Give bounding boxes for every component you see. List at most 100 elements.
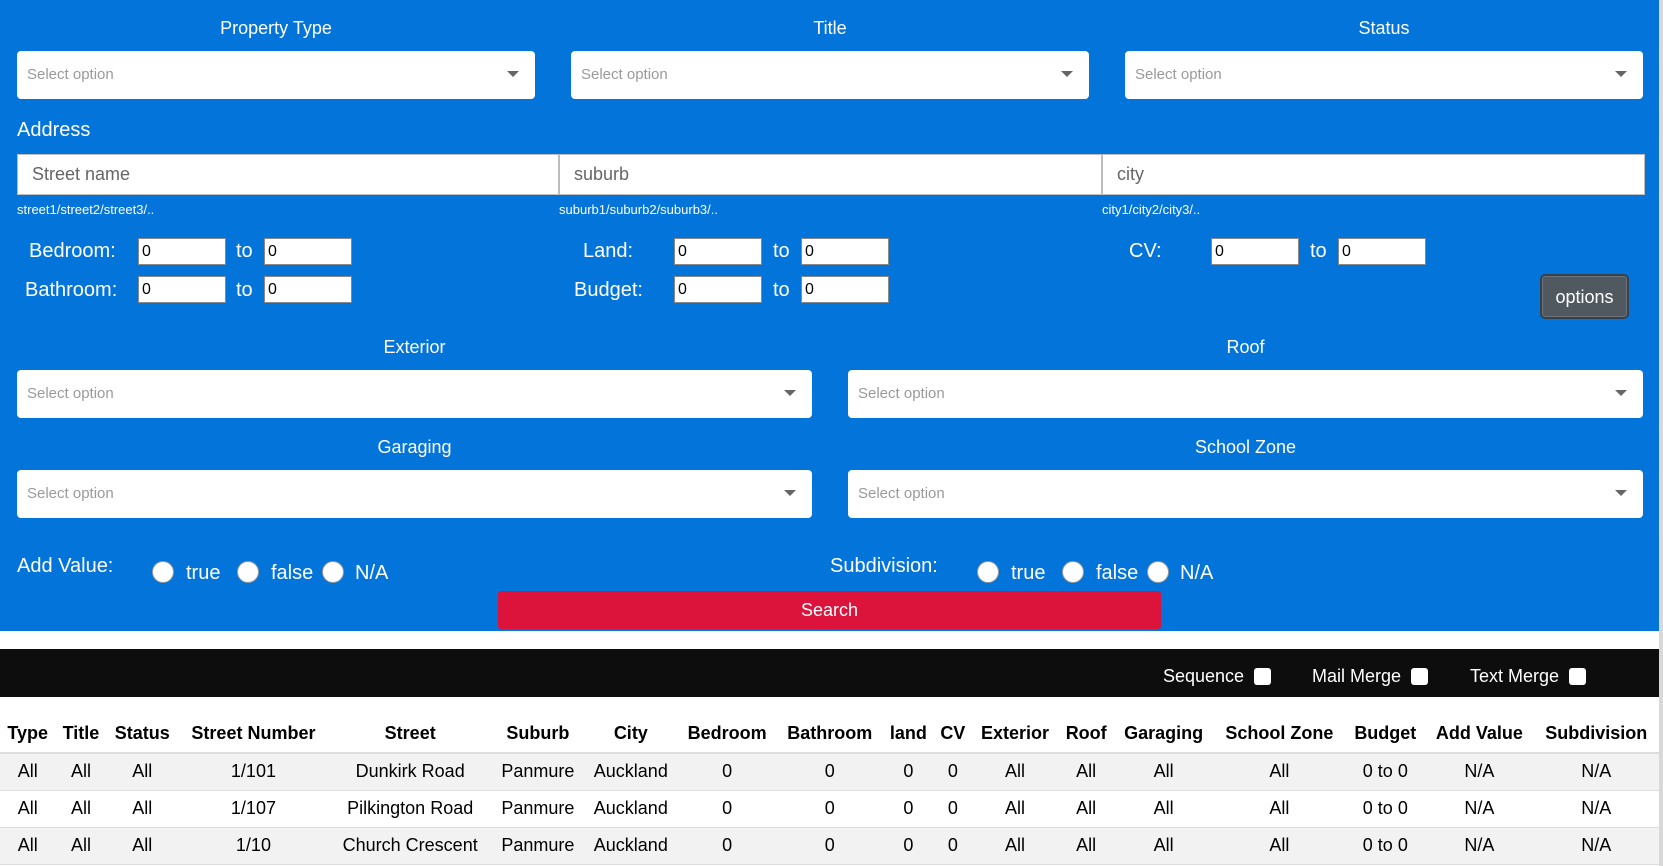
column-header: Add Value bbox=[1425, 715, 1534, 754]
sequence-checkbox[interactable] bbox=[1254, 668, 1271, 685]
roof-select[interactable]: Select option bbox=[848, 370, 1643, 418]
cv-to-input[interactable] bbox=[1338, 238, 1426, 265]
roof-label: Roof bbox=[1226, 337, 1265, 357]
property-type-label: Property Type bbox=[220, 18, 332, 38]
table-cell: 0 to 0 bbox=[1345, 753, 1426, 791]
table-cell: All bbox=[106, 790, 179, 828]
table-cell: Auckland bbox=[584, 827, 678, 865]
text-merge-checkbox[interactable] bbox=[1569, 668, 1586, 685]
subdivision-na-radio[interactable] bbox=[1147, 561, 1169, 583]
vertical-scrollbar[interactable] bbox=[1659, 0, 1663, 866]
column-header: Exterior bbox=[971, 715, 1059, 754]
column-header: Bathroom bbox=[776, 715, 883, 754]
table-cell: All bbox=[971, 827, 1059, 865]
school-zone-placeholder: Select option bbox=[858, 485, 945, 502]
table-cell: All bbox=[1114, 827, 1214, 865]
options-button[interactable]: options bbox=[1540, 274, 1629, 319]
budget-to-input[interactable] bbox=[801, 276, 889, 303]
city-input[interactable] bbox=[1102, 154, 1645, 195]
table-cell: 0 to 0 bbox=[1345, 790, 1426, 828]
add-value-na-radio[interactable] bbox=[322, 561, 344, 583]
status-label: Status bbox=[1358, 18, 1410, 38]
bedroom-to-label: to bbox=[236, 240, 253, 262]
table-row[interactable]: All All All 1/101 Dunkirk Road Panmure A… bbox=[0, 753, 1659, 791]
table-cell: All bbox=[55, 827, 107, 865]
table-cell: N/A bbox=[1533, 827, 1659, 865]
title-select[interactable]: Select option bbox=[571, 51, 1089, 99]
garaging-select[interactable]: Select option bbox=[17, 470, 812, 518]
garaging-placeholder: Select option bbox=[27, 485, 114, 502]
table-cell: 0 bbox=[934, 827, 972, 865]
table-row[interactable]: All All All 1/10 Church Crescent Panmure… bbox=[0, 827, 1659, 865]
table-cell: 0 bbox=[882, 753, 935, 791]
subdivision-label: Subdivision: bbox=[830, 555, 938, 577]
table-cell: 0 bbox=[934, 753, 972, 791]
garaging-label: Garaging bbox=[377, 437, 452, 457]
chevron-down-icon bbox=[1061, 71, 1073, 77]
property-type-select[interactable]: Select option bbox=[17, 51, 535, 99]
subdivision-true-radio[interactable] bbox=[977, 561, 999, 583]
bedroom-to-input[interactable] bbox=[264, 238, 352, 265]
column-header: Street bbox=[328, 715, 492, 754]
merge-toolbar: Sequence Mail Merge Text Merge bbox=[0, 649, 1663, 697]
table-cell: 0 bbox=[934, 790, 972, 828]
table-cell: Auckland bbox=[584, 790, 678, 828]
search-button[interactable]: Search bbox=[498, 591, 1161, 629]
table-cell: All bbox=[55, 790, 107, 828]
cv-label: CV: bbox=[1129, 240, 1162, 262]
subdivision-false-radio[interactable] bbox=[1062, 561, 1084, 583]
table-cell: 0 bbox=[776, 790, 883, 828]
suburb-input[interactable] bbox=[559, 154, 1102, 195]
title-label: Title bbox=[813, 18, 847, 38]
table-cell: Panmure bbox=[491, 753, 585, 791]
table-cell: Panmure bbox=[491, 827, 585, 865]
add-value-label: Add Value: bbox=[17, 555, 114, 577]
text-merge-label: Text Merge bbox=[1470, 666, 1560, 686]
table-cell: 1/101 bbox=[178, 753, 329, 791]
school-zone-select[interactable]: Select option bbox=[848, 470, 1643, 518]
column-header: CV bbox=[934, 715, 972, 754]
street-name-input[interactable] bbox=[17, 154, 559, 195]
column-header: Suburb bbox=[491, 715, 585, 754]
cv-from-input[interactable] bbox=[1211, 238, 1299, 265]
table-cell: N/A bbox=[1425, 753, 1534, 791]
column-header: City bbox=[584, 715, 678, 754]
column-header: Garaging bbox=[1114, 715, 1214, 754]
bathroom-to-input[interactable] bbox=[264, 276, 352, 303]
chevron-down-icon bbox=[507, 71, 519, 77]
table-cell: 0 to 0 bbox=[1345, 827, 1426, 865]
sequence-label: Sequence bbox=[1163, 666, 1245, 686]
subdivision-false-label: false bbox=[1096, 562, 1139, 584]
table-cell: 0 bbox=[882, 827, 935, 865]
chevron-down-icon bbox=[1615, 390, 1627, 396]
address-title: Address bbox=[17, 119, 91, 141]
table-row[interactable]: All All All 1/107 Pilkington Road Panmur… bbox=[0, 790, 1659, 828]
school-zone-label: School Zone bbox=[1194, 437, 1297, 457]
column-header: Title bbox=[55, 715, 107, 754]
title-placeholder: Select option bbox=[581, 66, 668, 83]
table-cell: All bbox=[971, 753, 1059, 791]
chevron-down-icon bbox=[784, 390, 796, 396]
bathroom-from-input[interactable] bbox=[138, 276, 226, 303]
budget-from-input[interactable] bbox=[674, 276, 762, 303]
land-from-input[interactable] bbox=[674, 238, 762, 265]
table-cell: All bbox=[1213, 790, 1346, 828]
add-value-true-radio[interactable] bbox=[152, 561, 174, 583]
status-select[interactable]: Select option bbox=[1125, 51, 1643, 99]
add-value-false-radio[interactable] bbox=[237, 561, 259, 583]
city-hint: city1/city2/city3/.. bbox=[1102, 202, 1201, 217]
mail-merge-checkbox[interactable] bbox=[1411, 668, 1428, 685]
suburb-hint: suburb1/suburb2/suburb3/.. bbox=[559, 202, 718, 217]
search-filter-panel: Property Type Title Status Select option… bbox=[0, 0, 1663, 631]
results-table: Type Title Status Street Number Street S… bbox=[0, 715, 1659, 865]
bedroom-from-input[interactable] bbox=[138, 238, 226, 265]
add-value-false-label: false bbox=[271, 562, 314, 584]
land-to-label: to bbox=[773, 240, 790, 262]
exterior-select[interactable]: Select option bbox=[17, 370, 812, 418]
column-header: School Zone bbox=[1213, 715, 1346, 754]
table-cell: 0 bbox=[776, 827, 883, 865]
budget-label: Budget: bbox=[574, 279, 643, 301]
column-header: Status bbox=[106, 715, 179, 754]
table-cell: All bbox=[0, 753, 56, 791]
land-to-input[interactable] bbox=[801, 238, 889, 265]
